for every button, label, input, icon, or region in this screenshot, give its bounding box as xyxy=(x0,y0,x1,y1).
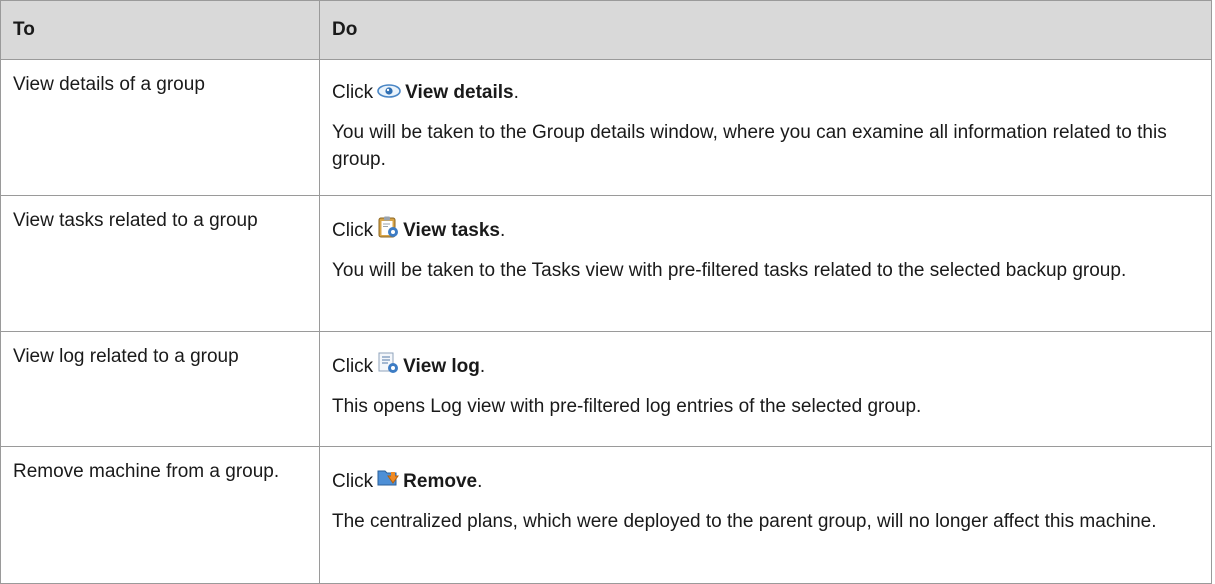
do-cell: Click Remove. The centralized plans, whi… xyxy=(319,446,1212,584)
view-log-action[interactable]: View log xyxy=(403,356,480,377)
description: The centralized plans, which were deploy… xyxy=(332,511,1157,532)
header-to: To xyxy=(0,0,320,60)
remove-action[interactable]: Remove xyxy=(403,471,477,492)
actions-table: To Do View details of a group Click View… xyxy=(0,0,1212,584)
period: . xyxy=(477,471,483,492)
table-row: Remove machine from a group. Click Remov… xyxy=(0,446,1212,584)
do-cell: Click View log. This opens Log view with… xyxy=(319,331,1212,447)
header-do: Do xyxy=(319,0,1212,60)
period: . xyxy=(479,356,486,377)
action-line: Click View details. xyxy=(332,79,1197,109)
eye-icon xyxy=(376,81,402,109)
to-cell: View tasks related to a group xyxy=(0,195,320,332)
header-row: To Do xyxy=(0,0,1212,60)
click-text: Click xyxy=(332,220,374,241)
to-cell: View log related to a group xyxy=(0,331,320,447)
period: . xyxy=(513,82,519,103)
click-text: Click xyxy=(332,82,374,103)
click-text: Click xyxy=(332,471,374,492)
action-line: Click View tasks. xyxy=(332,215,1197,247)
period: . xyxy=(500,220,506,241)
do-cell: Click View details. You will be taken to… xyxy=(319,59,1212,196)
description: You will be taken to the Tasks view with… xyxy=(332,260,1127,281)
to-cell: Remove machine from a group. xyxy=(0,446,320,584)
log-document-icon xyxy=(376,351,400,383)
view-tasks-action[interactable]: View tasks xyxy=(403,220,500,241)
action-line: Click Remove. xyxy=(332,466,1197,498)
tasks-clipboard-icon xyxy=(376,215,400,247)
click-text: Click xyxy=(332,356,374,377)
view-details-action[interactable]: View details xyxy=(405,82,513,103)
table-row: View details of a group Click View detai… xyxy=(0,59,1212,196)
do-cell: Click View tasks. You will be taken to t… xyxy=(319,195,1212,332)
remove-folder-icon xyxy=(376,466,400,498)
description: You will be taken to the Group details w… xyxy=(332,122,1167,170)
table-row: View log related to a group Click View l… xyxy=(0,331,1212,447)
action-line: Click View log. xyxy=(332,351,1197,383)
description: This opens Log view with pre-filtered lo… xyxy=(332,396,922,417)
to-cell: View details of a group xyxy=(0,59,320,196)
table-row: View tasks related to a group Click View… xyxy=(0,195,1212,332)
